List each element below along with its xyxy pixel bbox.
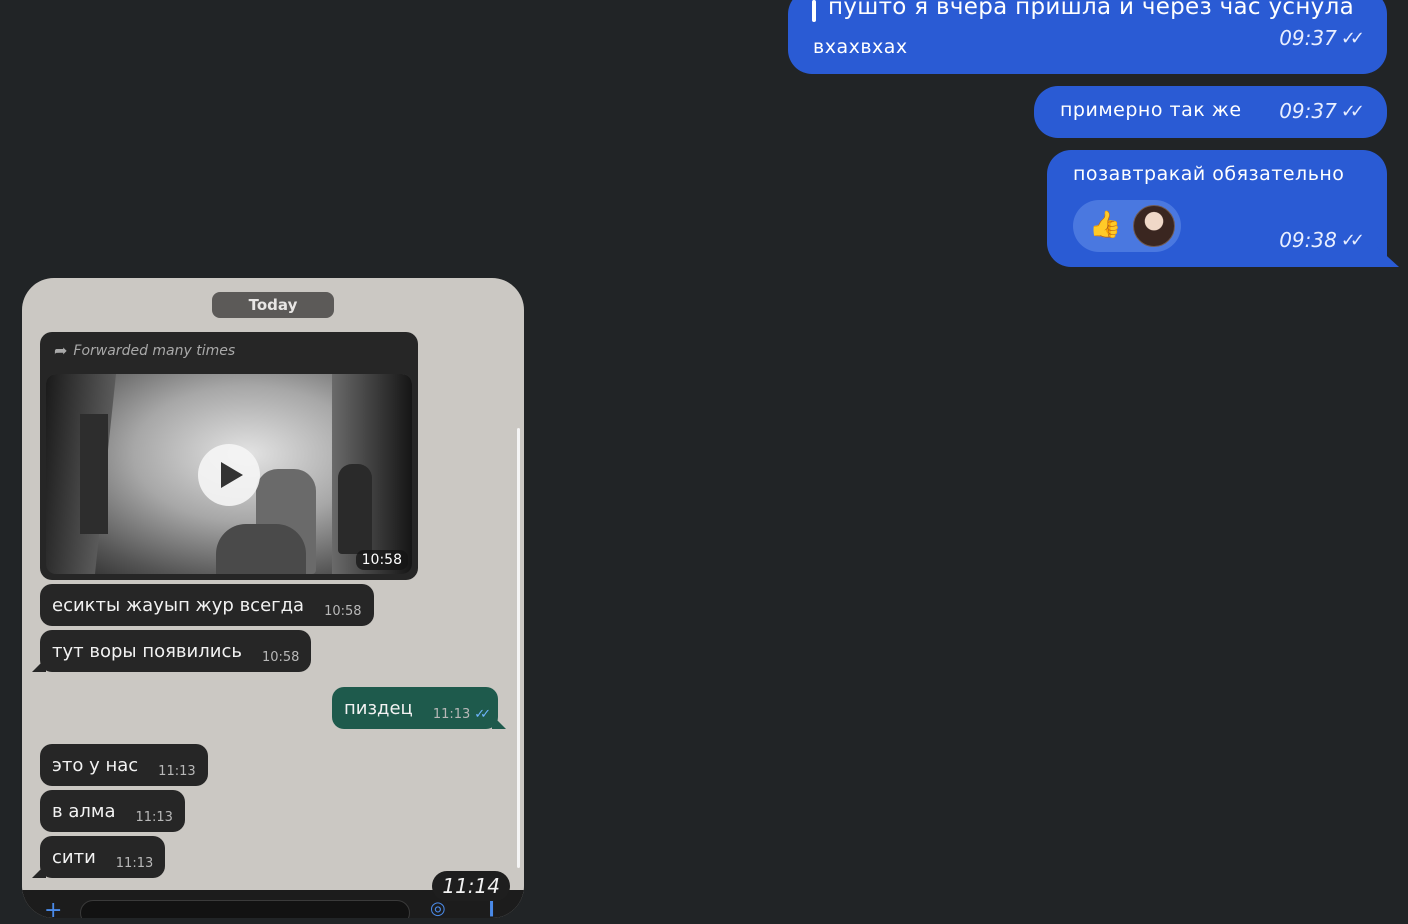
video-scene: [338, 464, 372, 554]
message-time: 09:38 ✓✓: [1279, 228, 1365, 252]
video-time: 10:58: [355, 550, 408, 570]
read-checks-icon: ✓✓: [474, 706, 491, 722]
video-scene: [80, 414, 108, 534]
play-icon[interactable]: [198, 444, 260, 506]
bubble-tail: [1377, 247, 1399, 267]
reactor-avatar: [1133, 205, 1175, 247]
outgoing-message[interactable]: примерно так же 09:37 ✓✓: [1034, 86, 1387, 138]
message-input[interactable]: [80, 900, 410, 918]
quote-bar: [812, 0, 816, 22]
thumbs-up-icon: 👍: [1089, 210, 1122, 240]
quoted-text: пушто я вчера пришла и через час уснула: [828, 0, 1354, 20]
read-checks-icon: ✓✓: [1340, 100, 1365, 122]
message-time: 09:37 ✓✓: [1279, 99, 1365, 123]
incoming-message[interactable]: есикты жауып жур всегда 10:58: [40, 584, 374, 626]
forwarded-label: ➦ Forwarded many times: [54, 341, 236, 360]
read-checks-icon: ✓✓: [1340, 229, 1365, 251]
video-scene: [216, 524, 306, 574]
outgoing-message[interactable]: пиздец 11:13 ✓✓: [332, 687, 507, 729]
message-text: вхахвхах: [813, 36, 908, 58]
incoming-message[interactable]: сити 11:13: [31, 836, 166, 878]
message-text: примерно так же: [1060, 99, 1242, 121]
scrollbar[interactable]: [517, 428, 520, 868]
screenshot-image[interactable]: Today ➦ Forwarded many times 10:58 есикт…: [22, 278, 524, 918]
outgoing-message[interactable]: пушто я вчера пришла и через час уснула …: [788, 0, 1387, 74]
incoming-message[interactable]: это у нас 11:13: [40, 744, 208, 786]
outgoing-message[interactable]: позавтракай обязательно 👍 09:38 ✓✓: [1047, 150, 1399, 267]
read-checks-icon: ✓✓: [1340, 27, 1365, 49]
incoming-message[interactable]: в алма 11:13: [40, 790, 185, 832]
message-time: 09:37 ✓✓: [1279, 26, 1365, 50]
video-thumbnail[interactable]: 10:58: [46, 374, 412, 574]
screenshot-time: 11:14: [432, 871, 510, 901]
forward-arrow-icon: ➦: [54, 341, 68, 360]
date-separator: Today: [212, 292, 334, 318]
plus-icon[interactable]: +: [44, 898, 62, 918]
camera-icon[interactable]: ◎: [430, 898, 446, 918]
forwarded-video-message[interactable]: ➦ Forwarded many times 10:58: [40, 332, 418, 580]
incoming-message[interactable]: тут воры появились 10:58: [31, 630, 312, 672]
message-text: позавтракай обязательно: [1073, 163, 1345, 185]
reaction-chip[interactable]: 👍: [1073, 200, 1181, 252]
